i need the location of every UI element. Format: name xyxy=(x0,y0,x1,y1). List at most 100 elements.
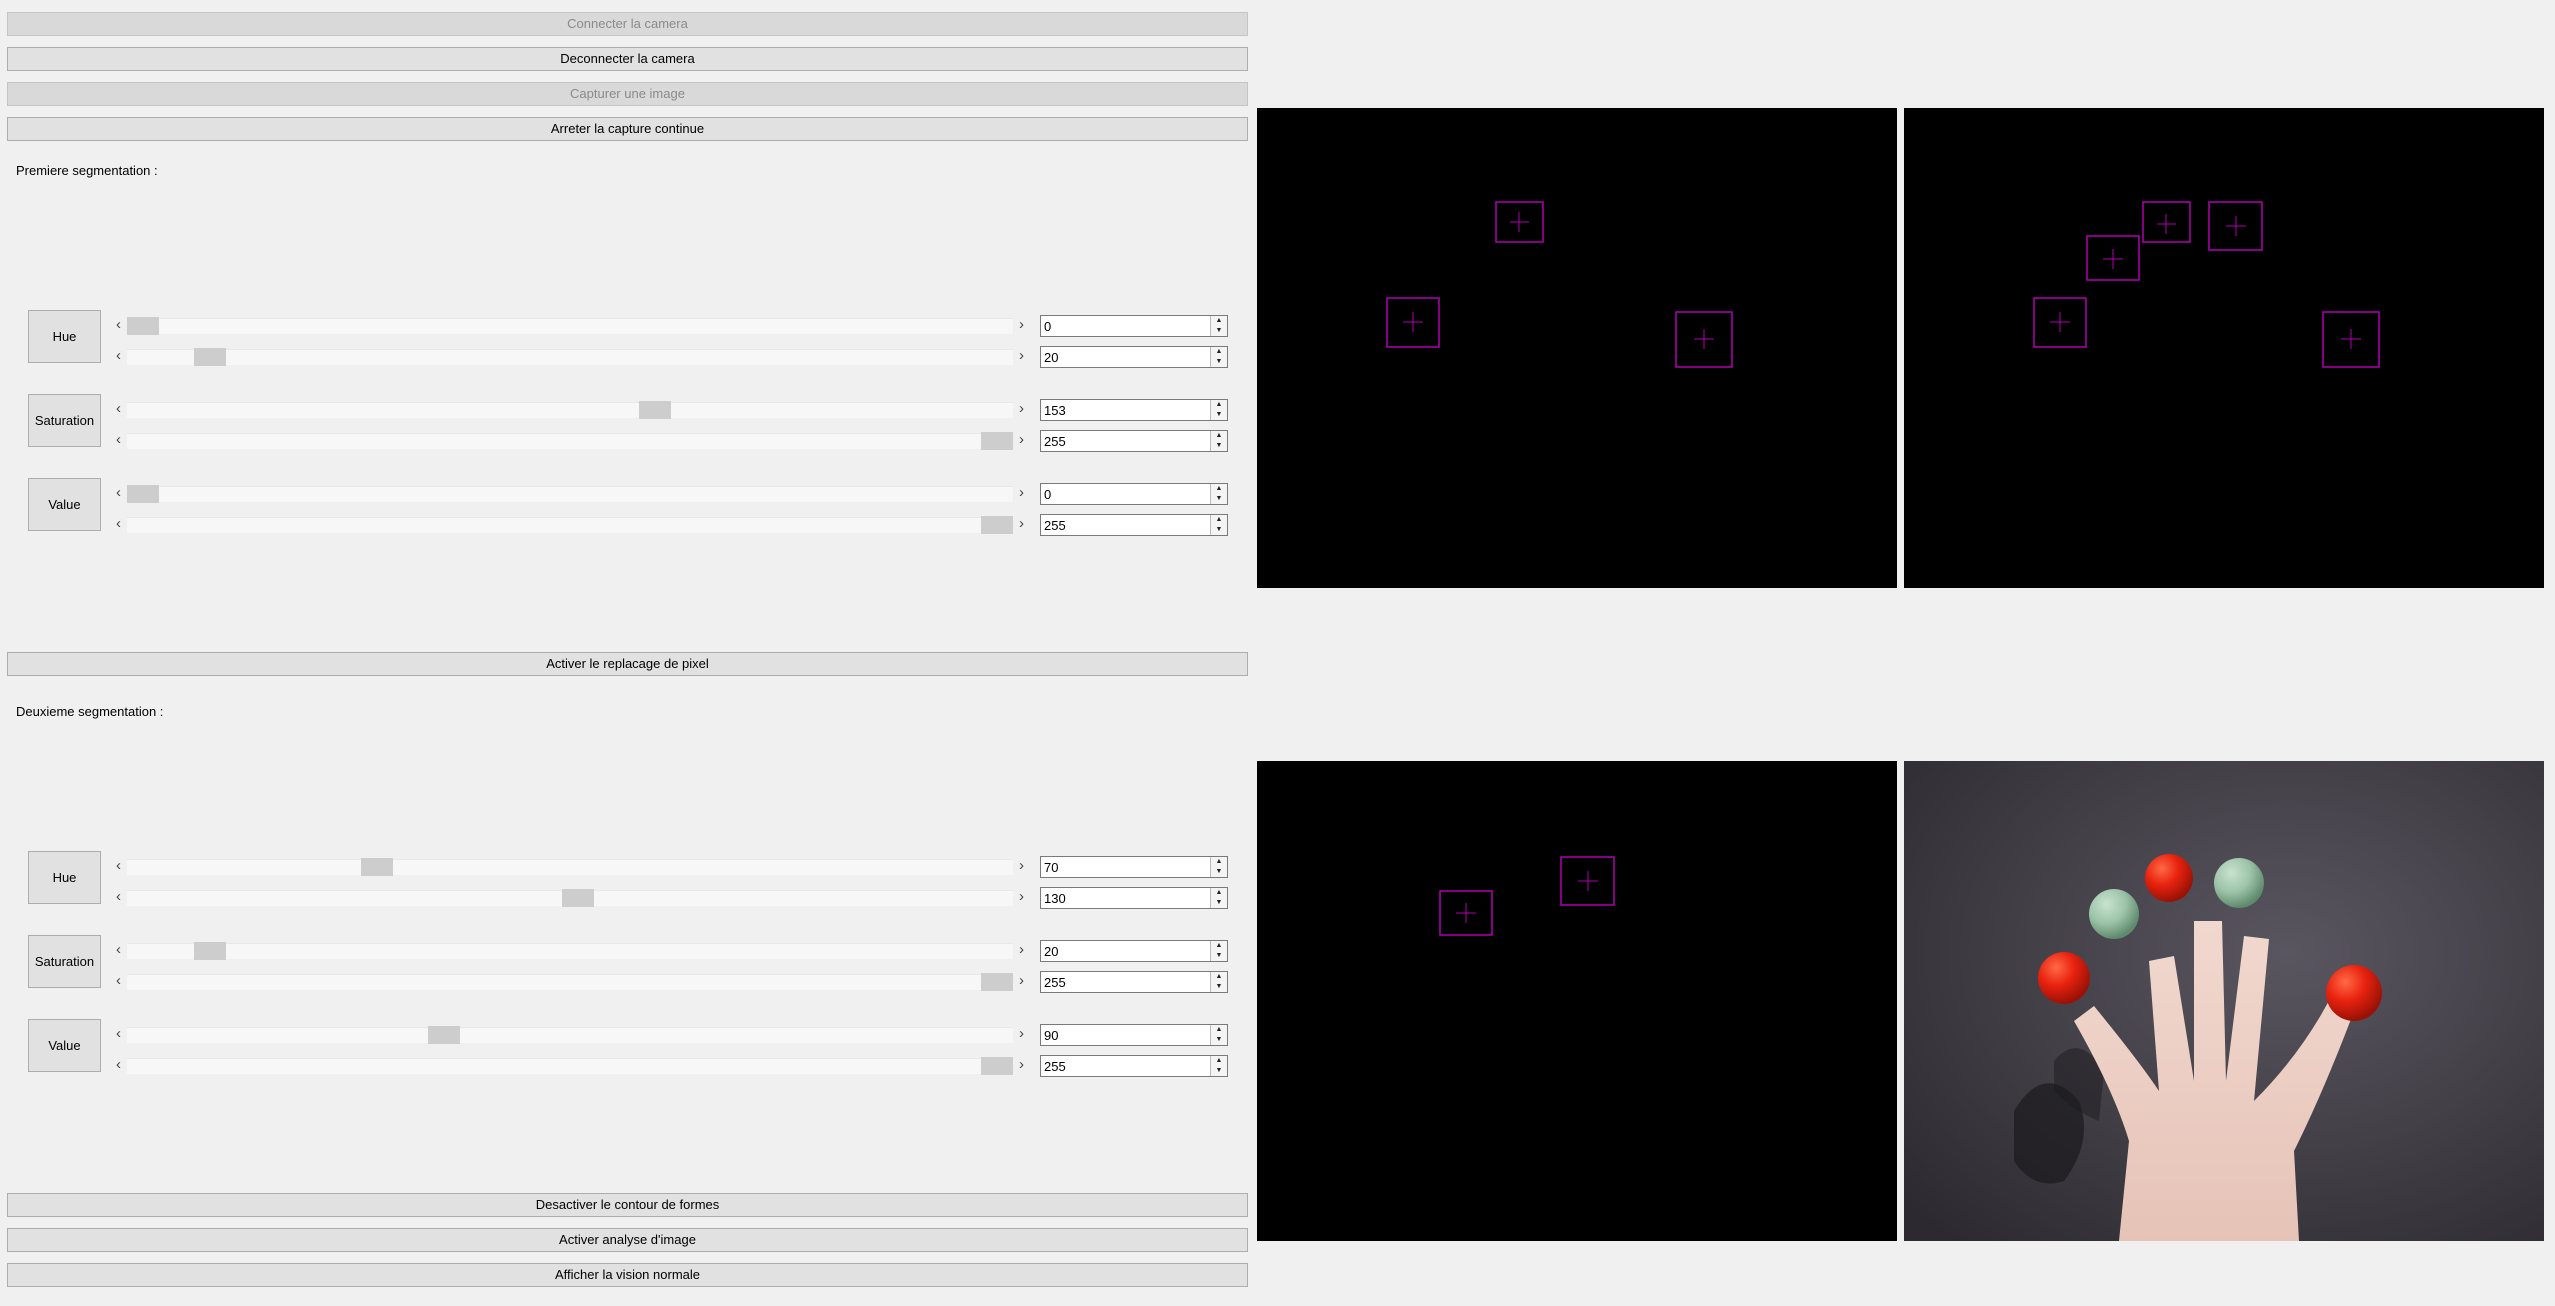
spinbox-saturation-min[interactable]: ▲▼ xyxy=(1040,399,1228,421)
chevron-right-icon[interactable]: › xyxy=(1013,514,1030,536)
slider-hue-max[interactable]: ‹ › xyxy=(110,887,1030,909)
slider-handle[interactable] xyxy=(127,317,159,335)
chevron-left-icon[interactable]: ‹ xyxy=(110,1024,127,1046)
spin-buttons[interactable]: ▲ ▼ xyxy=(1210,347,1227,367)
chevron-left-icon[interactable]: ‹ xyxy=(110,514,127,536)
slider-track[interactable] xyxy=(127,349,1013,365)
spin-buttons[interactable]: ▲ ▼ xyxy=(1210,484,1227,504)
chevron-left-icon[interactable]: ‹ xyxy=(110,856,127,878)
caret-down-icon[interactable]: ▼ xyxy=(1211,326,1227,336)
slider-saturation-min[interactable]: ‹ › xyxy=(110,940,1030,962)
spinbox-hue-min[interactable]: ▲▼ xyxy=(1040,315,1228,337)
caret-down-icon[interactable]: ▼ xyxy=(1211,898,1227,908)
spinbox-value-max[interactable]: ▲▼ xyxy=(1040,1055,1228,1077)
channel-button-hue[interactable]: Hue xyxy=(28,851,101,904)
slider-value-max[interactable]: ‹ › xyxy=(110,514,1030,536)
chevron-left-icon[interactable]: ‹ xyxy=(110,430,127,452)
chevron-right-icon[interactable]: › xyxy=(1013,315,1030,337)
slider-track[interactable] xyxy=(127,943,1013,959)
caret-down-icon[interactable]: ▼ xyxy=(1211,357,1227,367)
show-normal-vision-button[interactable]: Afficher la vision normale xyxy=(7,1263,1248,1287)
spinbox-hue-max[interactable]: ▲▼ xyxy=(1040,346,1228,368)
chevron-right-icon[interactable]: › xyxy=(1013,856,1030,878)
slider-handle[interactable] xyxy=(428,1026,460,1044)
chevron-left-icon[interactable]: ‹ xyxy=(110,399,127,421)
caret-up-icon[interactable]: ▲ xyxy=(1211,484,1227,494)
slider-track[interactable] xyxy=(127,1058,1013,1074)
disconnect-camera-button[interactable]: Deconnecter la camera xyxy=(7,47,1248,71)
slider-track[interactable] xyxy=(127,517,1013,533)
chevron-right-icon[interactable]: › xyxy=(1013,887,1030,909)
spinbox-input[interactable] xyxy=(1041,400,1212,420)
caret-up-icon[interactable]: ▲ xyxy=(1211,400,1227,410)
spinbox-input[interactable] xyxy=(1041,857,1212,877)
caret-up-icon[interactable]: ▲ xyxy=(1211,972,1227,982)
chevron-right-icon[interactable]: › xyxy=(1013,399,1030,421)
spinbox-input[interactable] xyxy=(1041,347,1212,367)
spinbox-saturation-min[interactable]: ▲▼ xyxy=(1040,940,1228,962)
spinbox-saturation-max[interactable]: ▲▼ xyxy=(1040,430,1228,452)
caret-up-icon[interactable]: ▲ xyxy=(1211,316,1227,326)
slider-track[interactable] xyxy=(127,859,1013,875)
spin-buttons[interactable]: ▲ ▼ xyxy=(1210,1025,1227,1045)
caret-down-icon[interactable]: ▼ xyxy=(1211,410,1227,420)
channel-button-saturation[interactable]: Saturation xyxy=(28,935,101,988)
caret-down-icon[interactable]: ▼ xyxy=(1211,441,1227,451)
chevron-right-icon[interactable]: › xyxy=(1013,971,1030,993)
chevron-left-icon[interactable]: ‹ xyxy=(110,1055,127,1077)
caret-up-icon[interactable]: ▲ xyxy=(1211,1025,1227,1035)
slider-handle[interactable] xyxy=(981,432,1013,450)
caret-up-icon[interactable]: ▲ xyxy=(1211,431,1227,441)
connect-camera-button[interactable]: Connecter la camera xyxy=(7,12,1248,36)
chevron-right-icon[interactable]: › xyxy=(1013,1024,1030,1046)
disable-shape-contour-button[interactable]: Desactiver le contour de formes xyxy=(7,1193,1248,1217)
spinbox-input[interactable] xyxy=(1041,941,1212,961)
caret-down-icon[interactable]: ▼ xyxy=(1211,1066,1227,1076)
slider-saturation-max[interactable]: ‹ › xyxy=(110,971,1030,993)
enable-pixel-replacement-button[interactable]: Activer le replacage de pixel xyxy=(7,652,1248,676)
caret-down-icon[interactable]: ▼ xyxy=(1211,982,1227,992)
chevron-left-icon[interactable]: ‹ xyxy=(110,887,127,909)
chevron-left-icon[interactable]: ‹ xyxy=(110,483,127,505)
chevron-right-icon[interactable]: › xyxy=(1013,1055,1030,1077)
spinbox-saturation-max[interactable]: ▲▼ xyxy=(1040,971,1228,993)
spinbox-value-max[interactable]: ▲▼ xyxy=(1040,514,1228,536)
chevron-right-icon[interactable]: › xyxy=(1013,940,1030,962)
chevron-left-icon[interactable]: ‹ xyxy=(110,971,127,993)
spinbox-input[interactable] xyxy=(1041,515,1212,535)
spinbox-input[interactable] xyxy=(1041,484,1212,504)
spin-buttons[interactable]: ▲ ▼ xyxy=(1210,857,1227,877)
enable-image-analysis-button[interactable]: Activer analyse d'image xyxy=(7,1228,1248,1252)
slider-hue-min[interactable]: ‹ › xyxy=(110,315,1030,337)
slider-value-max[interactable]: ‹ › xyxy=(110,1055,1030,1077)
slider-handle[interactable] xyxy=(639,401,671,419)
chevron-left-icon[interactable]: ‹ xyxy=(110,315,127,337)
chevron-right-icon[interactable]: › xyxy=(1013,346,1030,368)
slider-saturation-min[interactable]: ‹ › xyxy=(110,399,1030,421)
caret-down-icon[interactable]: ▼ xyxy=(1211,867,1227,877)
slider-hue-min[interactable]: ‹ › xyxy=(110,856,1030,878)
capture-image-button[interactable]: Capturer une image xyxy=(7,82,1248,106)
spinbox-input[interactable] xyxy=(1041,431,1212,451)
slider-handle[interactable] xyxy=(194,942,226,960)
spin-buttons[interactable]: ▲ ▼ xyxy=(1210,972,1227,992)
slider-track[interactable] xyxy=(127,318,1013,334)
channel-button-saturation[interactable]: Saturation xyxy=(28,394,101,447)
spinbox-input[interactable] xyxy=(1041,1056,1212,1076)
chevron-left-icon[interactable]: ‹ xyxy=(110,346,127,368)
slider-track[interactable] xyxy=(127,486,1013,502)
slider-handle[interactable] xyxy=(361,858,393,876)
spin-buttons[interactable]: ▲ ▼ xyxy=(1210,888,1227,908)
caret-down-icon[interactable]: ▼ xyxy=(1211,951,1227,961)
spinbox-value-min[interactable]: ▲▼ xyxy=(1040,483,1228,505)
spin-buttons[interactable]: ▲ ▼ xyxy=(1210,400,1227,420)
spin-buttons[interactable]: ▲ ▼ xyxy=(1210,316,1227,336)
slider-track[interactable] xyxy=(127,974,1013,990)
slider-handle[interactable] xyxy=(562,889,594,907)
slider-track[interactable] xyxy=(127,402,1013,418)
spin-buttons[interactable]: ▲ ▼ xyxy=(1210,941,1227,961)
spinbox-hue-max[interactable]: ▲▼ xyxy=(1040,887,1228,909)
spinbox-input[interactable] xyxy=(1041,1025,1212,1045)
caret-down-icon[interactable]: ▼ xyxy=(1211,494,1227,504)
channel-button-value[interactable]: Value xyxy=(28,478,101,531)
